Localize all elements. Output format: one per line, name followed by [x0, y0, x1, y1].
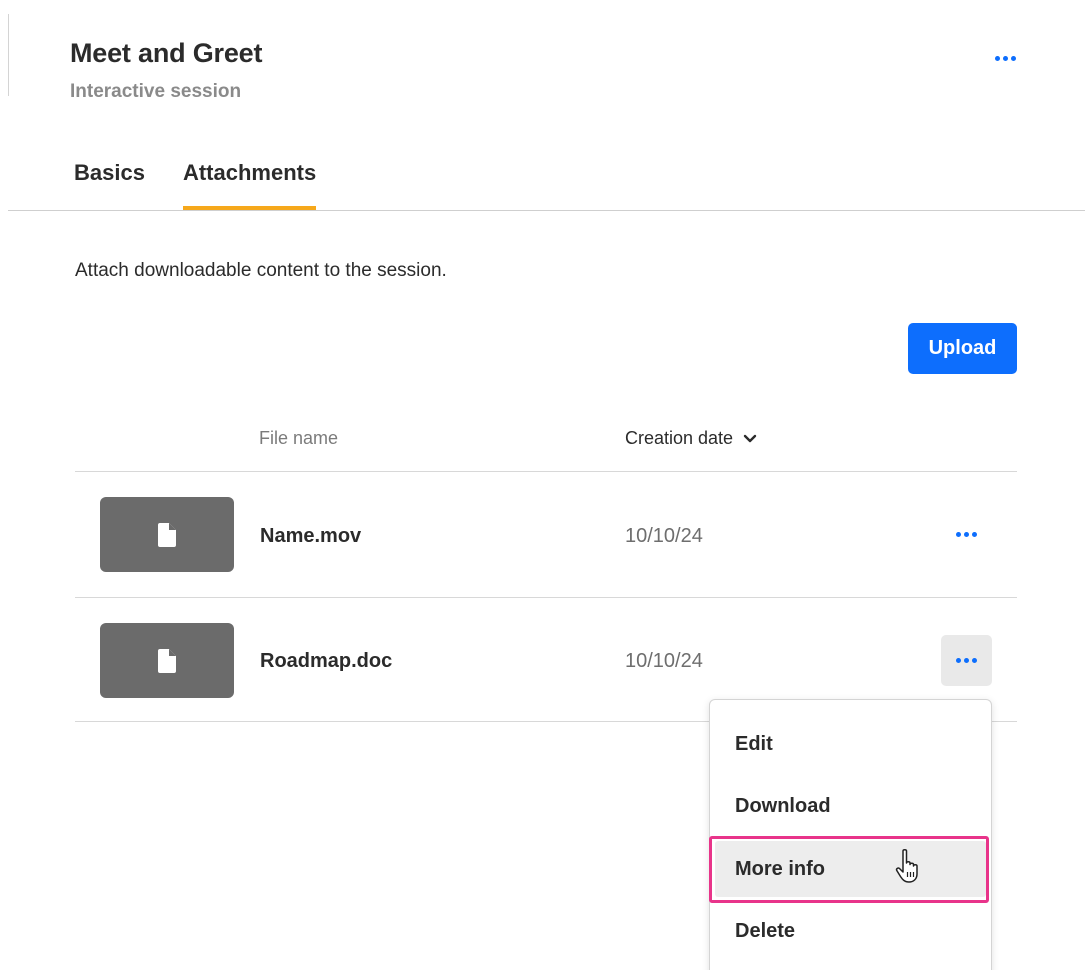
file-name: Roadmap.doc	[260, 650, 393, 672]
creation-date: 10/10/24	[625, 525, 703, 547]
file-icon	[158, 648, 176, 673]
menu-item-download[interactable]: Download	[715, 778, 986, 834]
row-more-button[interactable]	[941, 635, 992, 686]
attachments-description: Attach downloadable content to the sessi…	[75, 260, 447, 281]
tab-divider	[8, 210, 1085, 211]
chevron-down-icon	[743, 434, 757, 442]
column-header-creation-date[interactable]: Creation date	[625, 428, 757, 449]
file-thumbnail	[100, 623, 234, 698]
menu-item-edit[interactable]: Edit	[715, 716, 986, 772]
row-divider	[75, 597, 1017, 598]
tab-basics[interactable]: Basics	[74, 158, 145, 212]
menu-item-delete[interactable]: Delete	[715, 903, 986, 959]
file-thumbnail	[100, 497, 234, 572]
column-header-file-name: File name	[259, 428, 339, 448]
creation-date: 10/10/24	[625, 650, 703, 672]
left-divider	[8, 14, 9, 96]
page-subtitle: Interactive session	[70, 81, 242, 102]
row-actions-menu: Edit Download More info Delete	[709, 699, 992, 970]
row-more-button[interactable]	[941, 509, 992, 560]
tab-attachments[interactable]: Attachments	[182, 158, 317, 212]
upload-button[interactable]: Upload	[908, 323, 1017, 374]
file-name: Name.mov	[260, 525, 362, 547]
header-divider	[75, 471, 1017, 472]
column-header-creation-date-label: Creation date	[625, 428, 734, 448]
more-horizontal-icon[interactable]	[985, 45, 1025, 71]
hand-pointer-icon	[895, 848, 918, 883]
session-attachments-page: Meet and Greet Interactive session Basic…	[0, 0, 1085, 970]
tab-bar: Basics Attachments	[74, 158, 317, 212]
page-title: Meet and Greet	[70, 38, 263, 68]
file-icon	[158, 522, 176, 547]
menu-item-more-info[interactable]: More info	[715, 841, 986, 897]
